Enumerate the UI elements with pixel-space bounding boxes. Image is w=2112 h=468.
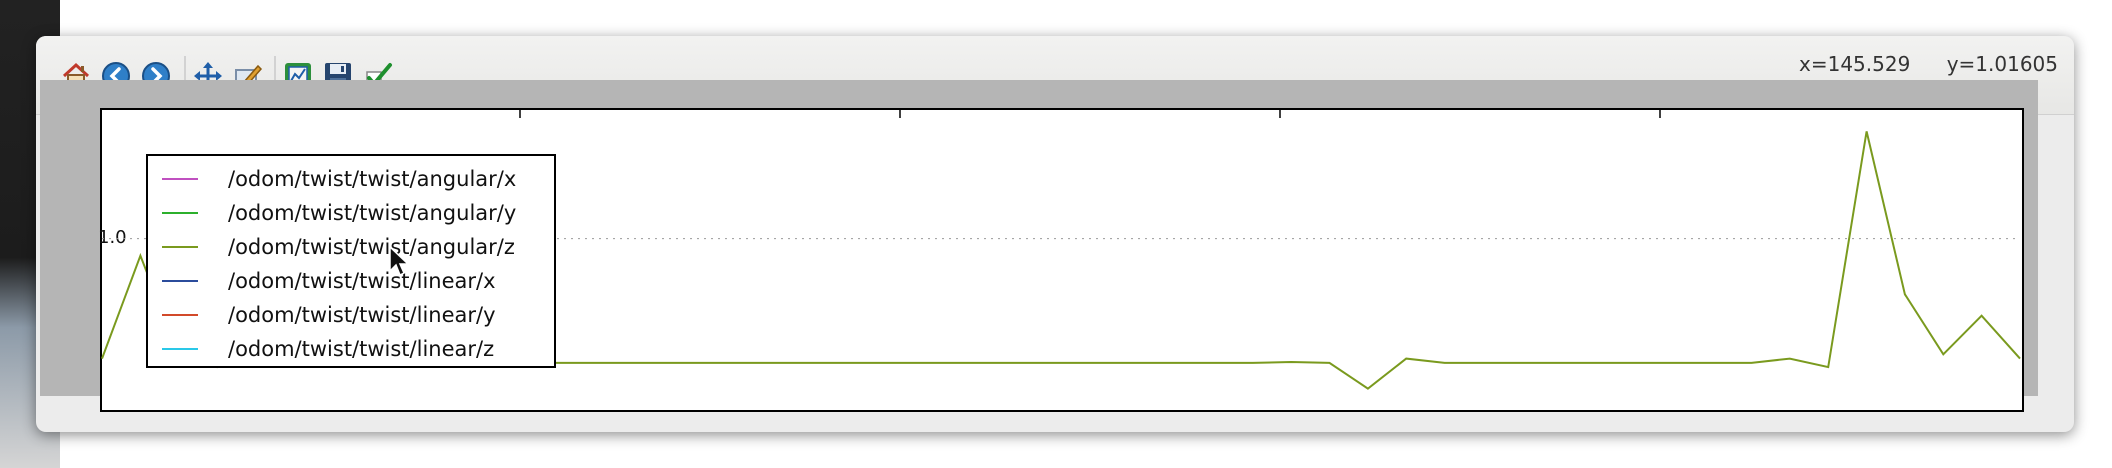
legend-entry: /odom/twist/twist/angular/y xyxy=(148,198,554,228)
legend-label: /odom/twist/twist/linear/x xyxy=(228,269,496,293)
legend-swatch xyxy=(162,246,198,248)
legend-label: /odom/twist/twist/angular/y xyxy=(228,201,517,225)
legend-entry: /odom/twist/twist/angular/z xyxy=(148,232,554,262)
legend-swatch xyxy=(162,314,198,316)
legend-entry: /odom/twist/twist/linear/y xyxy=(148,300,554,330)
legend-entry: /odom/twist/twist/angular/x xyxy=(148,164,554,194)
mouse-cursor-icon xyxy=(389,245,410,277)
legend-label: /odom/twist/twist/angular/z xyxy=(228,235,515,259)
legend-label: /odom/twist/twist/linear/z xyxy=(228,337,495,361)
legend-entry: /odom/twist/twist/linear/x xyxy=(148,266,554,296)
legend-entry: /odom/twist/twist/linear/z xyxy=(148,334,554,364)
legend-label: /odom/twist/twist/angular/x xyxy=(228,167,517,191)
legend-label: /odom/twist/twist/linear/y xyxy=(228,303,496,327)
legend-swatch xyxy=(162,280,198,282)
legend-swatch xyxy=(162,348,198,350)
legend-swatch xyxy=(162,178,198,180)
plot-legend[interactable]: /odom/twist/twist/angular/x/odom/twist/t… xyxy=(146,154,556,368)
legend-swatch xyxy=(162,212,198,214)
